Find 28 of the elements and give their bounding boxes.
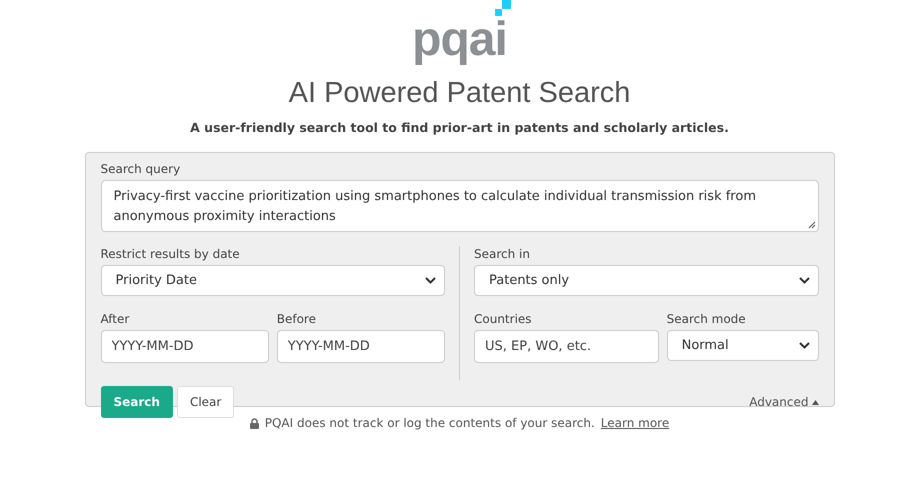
field-label: Search in — [474, 246, 531, 263]
field-label: Search mode — [666, 311, 747, 328]
learn-more-link[interactable]: Learn more — [600, 416, 670, 430]
countries-field[interactable]: US, EP, WO, etc. — [474, 330, 659, 363]
search-mode-select[interactable]: Normal — [666, 330, 818, 361]
caret-icon — [812, 400, 818, 404]
lock-icon — [250, 418, 259, 428]
date-type-select[interactable]: Priority Date — [100, 265, 445, 296]
search-in-select[interactable]: Patents only — [474, 265, 818, 296]
chevron-icon — [798, 342, 810, 349]
field-label: Before — [276, 311, 317, 328]
chevron-icon — [798, 277, 810, 284]
privacy-note: PQAI does not track or log the contents of your search. — [264, 416, 595, 430]
squares-icon — [494, 0, 511, 16]
chevron-icon — [425, 277, 436, 284]
resize-icon — [808, 221, 816, 229]
clear-button[interactable]: Clear — [176, 386, 234, 418]
field-label: Countries — [474, 311, 533, 328]
before-date-field[interactable]: YYYY-MM-DD — [276, 330, 445, 363]
field-label: After — [100, 311, 130, 328]
advanced-toggle[interactable]: Advanced — [749, 395, 818, 409]
field-label: Search query — [100, 161, 182, 178]
subtitle: A user-friendly search tool to find prior-art in patents and scholarly articles. — [190, 119, 729, 137]
after-date-field[interactable]: YYYY-MM-DD — [100, 330, 269, 363]
logo-text: pqai — [412, 16, 507, 64]
field-label: Restrict results by date — [100, 246, 241, 263]
query-field[interactable]: Privacy-first vaccine prioritization using smartphones to calculate individual transmission risk from anonymous proximity interactions — [100, 180, 818, 232]
page-title: AI Powered Patent Search — [288, 76, 630, 111]
